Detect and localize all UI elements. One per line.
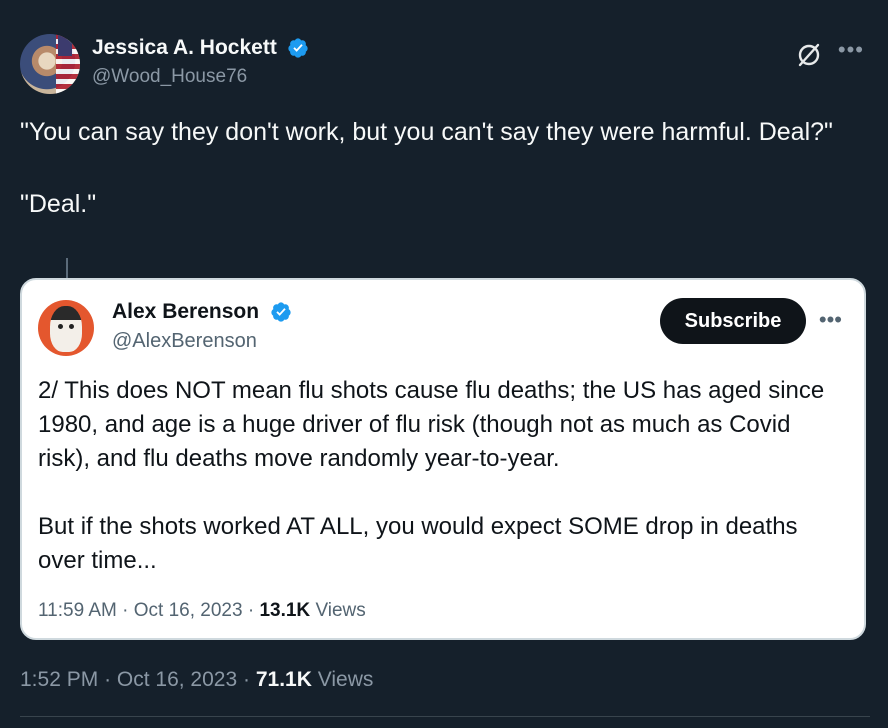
avatar-eye [58,324,63,329]
verified-badge-icon [270,302,291,322]
verified-badge-icon [288,38,308,58]
quote-author-handle[interactable]: @AlexBerenson [112,330,292,353]
tweet-time[interactable]: 1:52 PM [20,668,98,691]
author-handle[interactable]: @Wood_House76 [92,66,309,88]
separator: · [243,668,250,691]
separator: · [104,668,112,691]
thread-line [66,258,68,280]
avatar-eye [69,324,74,329]
tweet-views-label: Views [317,668,374,691]
avatar-face [50,306,82,352]
quote-author-display-name[interactable]: Alex Berenson [112,300,259,324]
quote-meta: 11:59 AM · Oct 16, 2023 · 13.1K Views [38,600,366,622]
quote-views-label: Views [315,600,366,621]
tweet-date[interactable]: Oct 16, 2023 [117,668,237,691]
grok-icon[interactable] [794,40,824,70]
tweet-meta: 1:52 PM · Oct 16, 2023 · 71.1K Views [20,668,373,692]
quote-author-info: Alex Berenson @AlexBerenson [112,300,292,353]
tweet-views-count: 71.1K [255,668,312,691]
quote-date[interactable]: Oct 16, 2023 [134,600,243,621]
separator: · [247,600,255,621]
quote-avatar[interactable] [38,300,94,356]
separator: · [122,600,129,621]
author-display-name[interactable]: Jessica A. Hockett [92,36,277,60]
more-icon[interactable]: ••• [819,309,842,331]
flag-canton [58,34,72,56]
quote-time[interactable]: 11:59 AM [38,600,117,621]
more-icon[interactable]: ••• [838,39,864,61]
divider [20,716,870,717]
quoted-tweet-card[interactable]: Alex Berenson @AlexBerenson Subscribe ••… [20,278,866,640]
quote-views-count: 13.1K [259,600,311,621]
tweet-text: "You can say they don't work, but you ca… [20,118,833,218]
avatar[interactable] [20,34,80,94]
subscribe-button[interactable]: Subscribe [660,298,806,344]
author-info: Jessica A. Hockett @Wood_House76 [92,36,309,88]
quote-text: 2/ This does NOT mean flu shots cause fl… [38,377,825,574]
tweet-header: Jessica A. Hockett @Wood_House76 ••• [20,30,870,96]
